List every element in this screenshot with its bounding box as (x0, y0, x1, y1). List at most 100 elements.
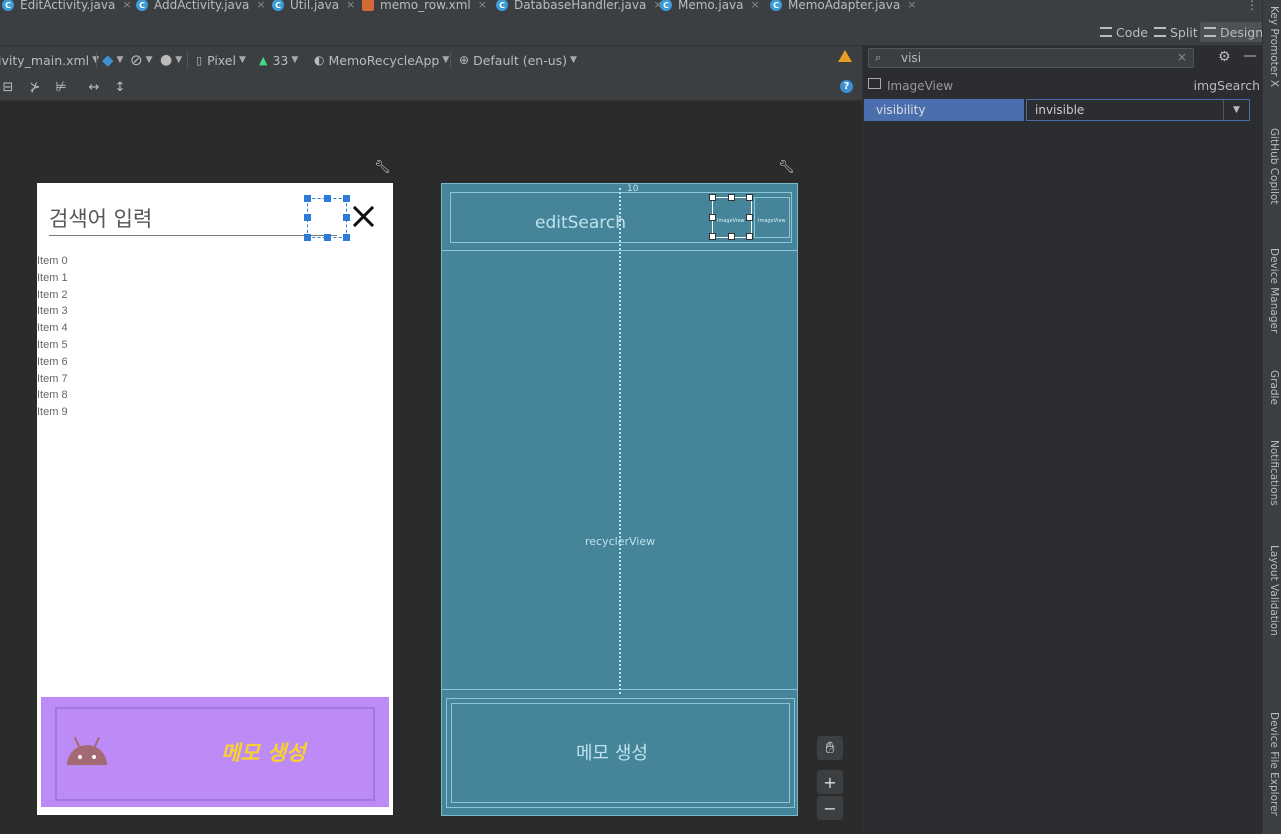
view-mode-bar: Code Split Design (0, 14, 1268, 46)
imageview-label: ImageView (758, 218, 786, 224)
android-icon (67, 737, 107, 765)
list-item[interactable]: Item 7 (37, 371, 68, 388)
list-item[interactable]: Item 8 (37, 387, 68, 404)
tab-memo-row[interactable]: memo_row.xml × (362, 0, 487, 13)
device-manager-tab[interactable]: Device Manager (1265, 248, 1280, 333)
resize-handle[interactable] (709, 214, 716, 221)
attribute-search-input[interactable]: ⌕ visi × (868, 48, 1194, 68)
close-icon[interactable] (351, 203, 377, 229)
resize-handle[interactable] (709, 194, 716, 201)
horizontal-expand-icon[interactable]: ↔ (86, 79, 102, 95)
code-mode-button[interactable]: Code (1096, 22, 1152, 42)
file-selector[interactable]: ivity_main.xml▼ (0, 50, 99, 70)
layers-button[interactable]: ◆ ▼ (102, 50, 123, 70)
gradle-tab[interactable]: Gradle (1265, 370, 1280, 405)
list-item[interactable]: Item 0 (37, 253, 68, 270)
component-id[interactable]: imgSearch (1193, 78, 1260, 93)
create-memo-button[interactable]: 메모 생성 (41, 697, 389, 807)
resize-handle[interactable] (324, 234, 331, 241)
close-tab-icon[interactable]: × (907, 0, 916, 10)
resize-handle[interactable] (746, 214, 753, 221)
resize-handle[interactable] (709, 233, 716, 240)
notifications-tab[interactable]: Notifications (1265, 440, 1280, 506)
close-tab-icon[interactable]: × (122, 0, 131, 10)
split-mode-button[interactable]: Split (1150, 22, 1202, 42)
tab-add-activity[interactable]: C AddActivity.java × (136, 0, 266, 13)
help-icon[interactable]: ? (840, 80, 853, 93)
android-eye (92, 755, 96, 759)
chevron-down-icon[interactable]: ▼ (1223, 100, 1249, 120)
design-toolbar: ivity_main.xml▼ ◆▼ ⊘▼ ●▼ ▯Pixel▼ ▲33▼ ◐M… (0, 46, 862, 74)
resize-handle[interactable] (324, 195, 331, 202)
github-copilot-tab[interactable]: GitHub Copilot (1265, 128, 1280, 205)
theme-selector[interactable]: ◐ MemoRecycleApp ▼ (314, 50, 449, 70)
resize-handle[interactable] (746, 194, 753, 201)
locale-selector[interactable]: ⊕ Default (en-us) ▼ (459, 50, 577, 70)
zoom-out-button[interactable]: − (817, 796, 843, 820)
layout-validation-tab[interactable]: Layout Validation (1265, 545, 1280, 636)
autoconnect-icon[interactable]: ⊁ (27, 79, 43, 95)
warning-icon[interactable] (838, 50, 852, 62)
blueprint-imageview-selected[interactable]: ImageView (709, 194, 753, 240)
resize-handle[interactable] (304, 234, 311, 241)
clear-icon[interactable]: × (1177, 50, 1187, 64)
gear-icon[interactable]: ⚙ (1218, 49, 1231, 65)
resize-handle[interactable] (728, 194, 735, 201)
globe-icon: ⊕ (459, 53, 470, 67)
wrench-icon[interactable]: 🔧︎ (374, 160, 391, 175)
xml-file-icon (362, 0, 374, 11)
tab-database-handler[interactable]: C DatabaseHandler.java × (496, 0, 663, 13)
device-selector[interactable]: ▯ Pixel ▼ (196, 50, 246, 70)
more-tabs-icon[interactable]: ⋮ (1246, 0, 1258, 12)
resize-handle[interactable] (728, 233, 735, 240)
design-preview: 검색어 입력 Item 0 Item 1 Item 2 Item 3 Item … (37, 183, 393, 815)
wrench-icon[interactable]: 🔧︎ (778, 160, 795, 175)
pan-icon[interactable]: ✋︎ (817, 736, 843, 760)
design-mode-button[interactable]: Design (1200, 22, 1268, 42)
resize-handle[interactable] (343, 195, 350, 202)
clear-constraints-icon[interactable]: ⊭ (53, 79, 69, 95)
close-tab-icon[interactable]: × (478, 0, 487, 10)
split-icon (1154, 27, 1166, 37)
list-item[interactable]: Item 9 (37, 404, 68, 421)
tab-edit-activity[interactable]: C EditActivity.java × (2, 0, 132, 13)
list-item[interactable]: Item 6 (37, 354, 68, 371)
search-edittext[interactable]: 검색어 입력 (49, 203, 152, 233)
chevron-down-icon: ▼ (442, 55, 450, 65)
selected-imageview[interactable] (304, 195, 350, 241)
device-file-explorer-tab[interactable]: Device File Explorer (1265, 712, 1280, 816)
close-tab-icon[interactable]: × (751, 0, 760, 10)
night-mode-button[interactable]: ● ▼ (160, 50, 182, 70)
resize-handle[interactable] (304, 214, 311, 221)
resize-handle[interactable] (746, 233, 753, 240)
vertical-expand-icon[interactable]: ↕ (112, 79, 128, 95)
list-item[interactable]: Item 4 (37, 320, 68, 337)
list-item[interactable]: Item 1 (37, 270, 68, 287)
minimize-icon[interactable]: — (1243, 48, 1257, 64)
zoom-in-button[interactable]: + (817, 770, 843, 794)
key-promoter-tab[interactable]: Key Promoter X (1265, 6, 1280, 87)
blueprint-imageview-close[interactable]: ImageView (754, 197, 790, 238)
resize-handle[interactable] (304, 195, 311, 202)
chevron-down-icon: ▼ (291, 55, 299, 65)
list-item[interactable]: Item 5 (37, 337, 68, 354)
image-icon (868, 78, 881, 89)
attributes-panel: ⌕ visi × ⚙ — ImageView imgSearch visibil… (862, 46, 1262, 834)
list-item[interactable]: Item 2 (37, 287, 68, 304)
tab-memo-adapter[interactable]: C MemoAdapter.java × (770, 0, 916, 13)
api-selector[interactable]: ▲ 33 ▼ (259, 50, 298, 70)
resize-handle[interactable] (343, 214, 350, 221)
tab-memo[interactable]: C Memo.java × (660, 0, 760, 13)
view-options-icon[interactable]: ⊟ (0, 79, 16, 95)
visibility-dropdown[interactable]: invisible ▼ (1026, 99, 1250, 121)
night-mode-icon: ● (160, 52, 173, 68)
close-tab-icon[interactable]: × (346, 0, 355, 10)
chevron-down-icon: ▼ (116, 55, 124, 65)
constraint-spring[interactable] (619, 188, 621, 694)
resize-handle[interactable] (343, 234, 350, 241)
orientation-button[interactable]: ⊘ ▼ (130, 50, 153, 70)
list-item[interactable]: Item 3 (37, 303, 68, 320)
chevron-down-icon: ▼ (238, 55, 246, 65)
tab-util[interactable]: C Util.java × (272, 0, 355, 13)
close-tab-icon[interactable]: × (256, 0, 265, 10)
